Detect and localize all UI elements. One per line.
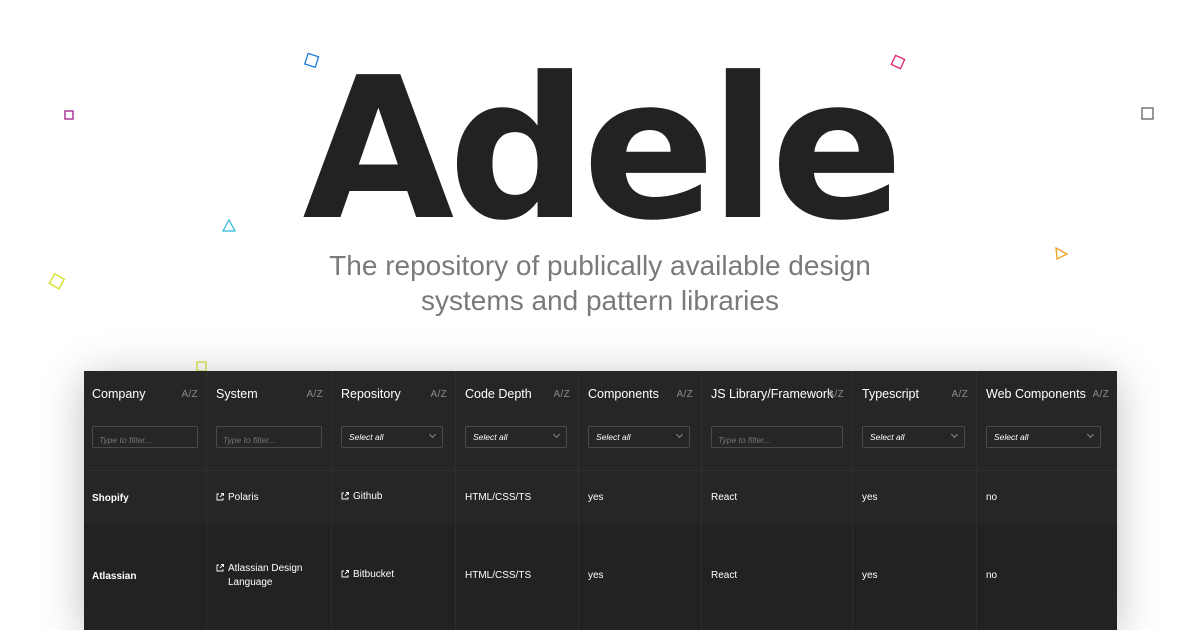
system-link[interactable]: Atlassian Design Language xyxy=(216,562,302,590)
sort-toggle[interactable]: A/Z xyxy=(828,389,844,400)
cell-components: yes xyxy=(580,525,702,630)
sort-toggle[interactable]: A/Z xyxy=(677,389,693,400)
cell-js-framework: React xyxy=(703,471,853,525)
select-value: Select all xyxy=(994,432,1029,442)
column-header-components: Components A/Z Select all xyxy=(580,371,702,470)
cell-company: Atlassian xyxy=(84,525,207,630)
confetti-square-icon xyxy=(1141,107,1154,120)
chevron-down-icon xyxy=(428,430,437,439)
code-depth-select[interactable]: Select all xyxy=(465,426,567,448)
code-depth-value: HTML/CSS/TS xyxy=(465,570,532,581)
components-value: yes xyxy=(588,570,604,581)
column-header-web-components: Web Components A/Z Select all xyxy=(978,371,1117,470)
sort-toggle[interactable]: A/Z xyxy=(431,389,447,400)
cell-company: Shopify xyxy=(84,471,207,525)
cell-code-depth: HTML/CSS/TS xyxy=(457,525,579,630)
components-select[interactable]: Select all xyxy=(588,426,690,448)
system-name: Atlassian Design Language xyxy=(228,562,302,590)
sort-toggle[interactable]: A/Z xyxy=(952,389,968,400)
system-name-line-2: Language xyxy=(228,577,273,588)
column-header-js-framework: JS Library/Framework A/Z xyxy=(703,371,853,470)
confetti-square-icon xyxy=(890,54,906,70)
company-name: Shopify xyxy=(92,493,129,504)
cell-system: Polaris xyxy=(208,471,332,525)
company-filter-input[interactable] xyxy=(92,426,198,448)
external-link-icon xyxy=(341,570,349,578)
column-header-repository: Repository A/Z Select all xyxy=(333,371,456,470)
column-header-system: System A/Z xyxy=(208,371,332,470)
table-row: Shopify Polaris Github HTML/CSS/TS yes R… xyxy=(84,470,1117,525)
code-depth-value: HTML/CSS/TS xyxy=(465,492,532,503)
typescript-value: yes xyxy=(862,570,878,581)
company-name: Atlassian xyxy=(92,571,137,582)
system-name-line-1: Atlassian Design xyxy=(228,563,303,574)
external-link-icon xyxy=(216,564,224,572)
js-framework-value: React xyxy=(711,492,738,503)
cell-js-framework: React xyxy=(703,525,853,630)
hero-subtitle: The repository of publically available d… xyxy=(329,250,871,316)
column-label: Company xyxy=(92,387,146,401)
select-value: Select all xyxy=(596,432,631,442)
typescript-value: yes xyxy=(862,492,878,503)
column-label: Components xyxy=(588,387,659,401)
repository-link[interactable]: Github xyxy=(341,490,382,504)
column-header-company: Company A/Z xyxy=(84,371,207,470)
sort-toggle[interactable]: A/Z xyxy=(554,389,570,400)
select-value: Select all xyxy=(349,432,384,442)
cell-web-components: no xyxy=(978,525,1117,630)
chevron-down-icon xyxy=(1086,430,1095,439)
column-header-code-depth: Code Depth A/Z Select all xyxy=(457,371,579,470)
confetti-square-icon xyxy=(48,272,66,290)
cell-typescript: yes xyxy=(854,525,977,630)
typescript-select[interactable]: Select all xyxy=(862,426,965,448)
cell-components: yes xyxy=(580,471,702,525)
cell-system: Atlassian Design Language xyxy=(208,525,332,630)
cell-repository: Github xyxy=(333,471,456,525)
column-label: Typescript xyxy=(862,387,919,401)
column-label: System xyxy=(216,387,258,401)
column-label: Web Components xyxy=(986,387,1086,401)
chevron-down-icon xyxy=(552,430,561,439)
components-value: yes xyxy=(588,492,604,503)
column-label: Repository xyxy=(341,387,401,401)
select-value: Select all xyxy=(870,432,905,442)
repository-name: Bitbucket xyxy=(353,569,395,580)
external-link-icon xyxy=(341,492,349,500)
column-header-typescript: Typescript A/Z Select all xyxy=(854,371,977,470)
web-components-select[interactable]: Select all xyxy=(986,426,1101,448)
confetti-triangle-icon xyxy=(221,218,237,232)
table-header: Company A/Z System A/Z Repository A/Z Se… xyxy=(84,371,1117,470)
column-label: JS Library/Framework xyxy=(711,387,834,401)
column-label: Code Depth xyxy=(465,387,532,401)
chevron-down-icon xyxy=(675,430,684,439)
system-filter-input[interactable] xyxy=(216,426,322,448)
table-row: Atlassian Atlassian Design Language Bitb… xyxy=(84,525,1117,630)
cell-typescript: yes xyxy=(854,471,977,525)
confetti-square-icon xyxy=(64,110,74,120)
sort-toggle[interactable]: A/Z xyxy=(182,389,198,400)
repository-name: Github xyxy=(353,491,383,502)
web-components-value: no xyxy=(986,570,998,581)
select-value: Select all xyxy=(473,432,508,442)
hero-title: Adele xyxy=(302,36,903,264)
cell-repository: Bitbucket xyxy=(333,525,456,630)
external-link-icon xyxy=(216,493,224,501)
js-framework-value: React xyxy=(711,570,738,581)
system-link[interactable]: Polaris xyxy=(216,491,259,505)
confetti-square-icon xyxy=(303,52,320,69)
confetti-triangle-icon xyxy=(1055,246,1069,261)
repository-select[interactable]: Select all xyxy=(341,426,443,448)
sort-toggle[interactable]: A/Z xyxy=(1093,389,1109,400)
system-name: Polaris xyxy=(228,492,259,503)
chevron-down-icon xyxy=(950,430,959,439)
cell-code-depth: HTML/CSS/TS xyxy=(457,471,579,525)
design-systems-table: Company A/Z System A/Z Repository A/Z Se… xyxy=(84,371,1117,630)
repository-link[interactable]: Bitbucket xyxy=(341,568,394,582)
js-framework-filter-input[interactable] xyxy=(711,426,843,448)
sort-toggle[interactable]: A/Z xyxy=(307,389,323,400)
cell-web-components: no xyxy=(978,471,1117,525)
web-components-value: no xyxy=(986,492,998,503)
